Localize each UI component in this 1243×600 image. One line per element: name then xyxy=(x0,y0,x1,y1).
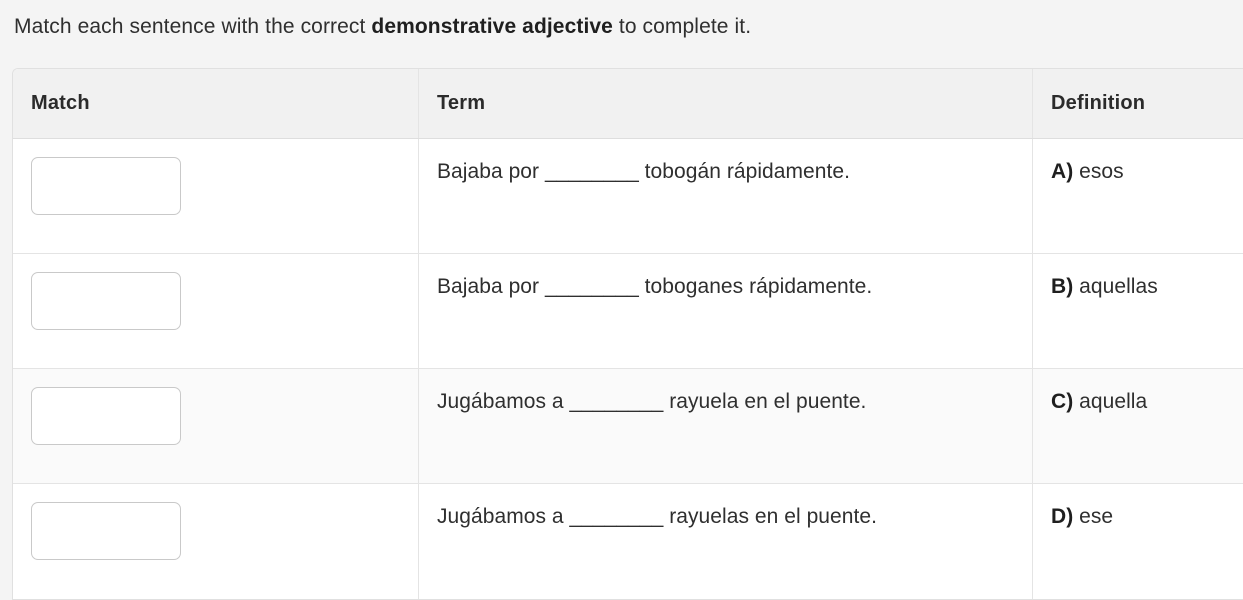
table-row: Bajaba por ________ tobogán rápidamente.… xyxy=(13,139,1243,254)
question-prompt: Match each sentence with the correct dem… xyxy=(14,13,1224,41)
match-answer-input[interactable] xyxy=(31,157,181,215)
match-answer-input[interactable] xyxy=(31,502,181,560)
term-text: Jugábamos a ________ rayuelas en el puen… xyxy=(437,505,877,528)
match-answer-input[interactable] xyxy=(31,272,181,330)
matching-table: Match Term Definition Bajaba por _______… xyxy=(12,68,1243,600)
term-text: Bajaba por ________ tobogán rápidamente. xyxy=(437,160,850,183)
header-label-definition: Definition xyxy=(1051,92,1146,114)
prompt-text-after: to complete it. xyxy=(612,15,752,38)
match-answer-input[interactable] xyxy=(31,387,181,445)
definition-letter: A) xyxy=(1051,160,1074,183)
term-cell: Bajaba por ________ tobogán rápidamente. xyxy=(419,139,1033,253)
prompt-emphasis: demonstrative adjective xyxy=(371,15,613,38)
definition-cell: C) aquella xyxy=(1033,369,1243,483)
table-header-row: Match Term Definition xyxy=(13,69,1243,139)
header-cell-term: Term xyxy=(419,69,1033,138)
definition-value: aquella xyxy=(1073,390,1148,413)
term-cell: Bajaba por ________ toboganes rápidament… xyxy=(419,254,1033,368)
definition-letter: D) xyxy=(1051,505,1074,528)
header-cell-definition: Definition xyxy=(1033,69,1243,138)
question-page: Match each sentence with the correct dem… xyxy=(0,0,1243,600)
definition-letter: C) xyxy=(1051,390,1074,413)
definition-cell: B) aquellas xyxy=(1033,254,1243,368)
header-label-term: Term xyxy=(437,92,486,114)
header-cell-match: Match xyxy=(13,69,419,138)
definition-value: esos xyxy=(1073,160,1124,183)
definition-text: D) ese xyxy=(1051,504,1113,530)
definition-letter: B) xyxy=(1051,275,1074,298)
definition-text: B) aquellas xyxy=(1051,274,1158,300)
term-cell: Jugábamos a ________ rayuela en el puent… xyxy=(419,369,1033,483)
definition-cell: A) esos xyxy=(1033,139,1243,253)
prompt-text-before: Match each sentence with the correct xyxy=(14,15,372,38)
term-text: Bajaba por ________ toboganes rápidament… xyxy=(437,275,873,298)
header-label-match: Match xyxy=(31,92,90,114)
definition-value: ese xyxy=(1073,505,1114,528)
definition-value: aquellas xyxy=(1073,275,1158,298)
term-text: Jugábamos a ________ rayuela en el puent… xyxy=(437,390,867,413)
table-row: Bajaba por ________ toboganes rápidament… xyxy=(13,254,1243,369)
definition-text: A) esos xyxy=(1051,159,1124,185)
table-row: Jugábamos a ________ rayuela en el puent… xyxy=(13,369,1243,484)
match-cell xyxy=(13,254,419,368)
definition-text: C) aquella xyxy=(1051,389,1147,415)
match-cell xyxy=(13,369,419,483)
match-cell xyxy=(13,139,419,253)
